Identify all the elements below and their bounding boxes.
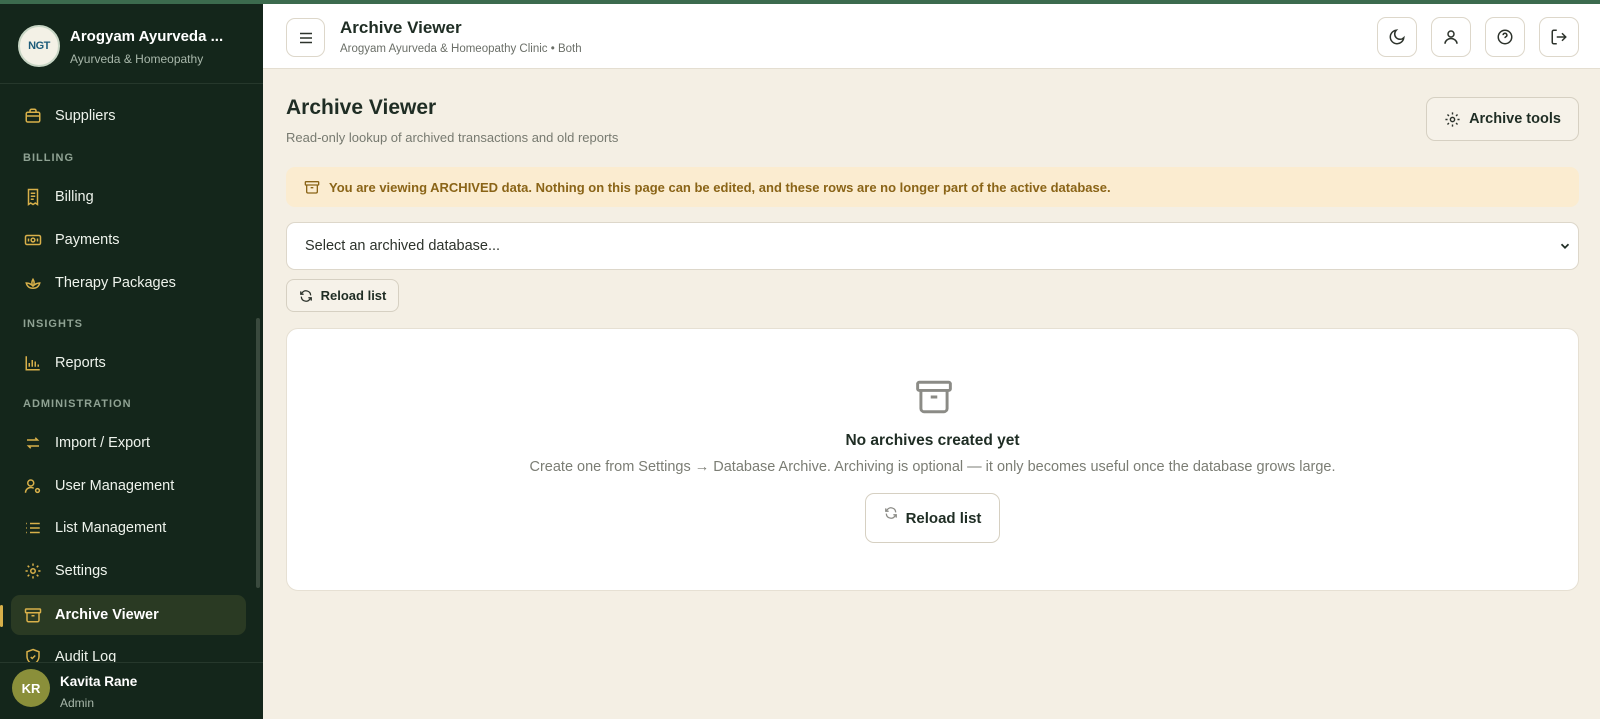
profile-button[interactable] <box>1431 17 1471 57</box>
sidebar-item-label: Suppliers <box>55 108 116 124</box>
sidebar-item-reports[interactable]: Reports <box>11 343 246 383</box>
section-administration: ADMINISTRATION <box>23 398 132 410</box>
brand-header: NGT Arogyam Ayurveda ... Ayurveda & Home… <box>0 4 263 84</box>
sidebar-item-therapy-packages[interactable]: Therapy Packages <box>11 263 246 303</box>
user-icon <box>1444 30 1458 44</box>
user-role: Admin <box>60 696 95 710</box>
moon-icon <box>1389 29 1405 45</box>
archive-icon <box>23 605 43 625</box>
reload-list-label: Reload list <box>320 288 387 303</box>
menu-toggle-button[interactable] <box>286 18 325 57</box>
sidebar-item-label: Settings <box>55 563 108 579</box>
brand-subtitle: Ayurveda & Homeopathy <box>70 52 204 66</box>
sidebar-item-import-export[interactable]: Import / Export <box>11 423 246 463</box>
briefcase-icon <box>23 106 43 126</box>
empty-reload-list-button[interactable]: Reload list <box>865 493 1000 543</box>
archive-tools-label: Archive tools <box>1469 111 1561 127</box>
sidebar-item-label: Archive Viewer <box>55 607 159 623</box>
logout-button[interactable] <box>1539 17 1579 57</box>
empty-reload-label: Reload list <box>905 509 982 527</box>
shield-check-icon <box>23 647 43 662</box>
header-subtitle: Arogyam Ayurveda & Homeopathy Clinic • B… <box>340 43 582 55</box>
empty-state-title: No archives created yet <box>845 432 1020 449</box>
brand-name: Arogyam Ayurveda ... <box>70 28 224 45</box>
brand-logo-text: NGT <box>28 40 50 52</box>
alert-text: You are viewing ARCHIVED data. Nothing o… <box>329 179 1111 195</box>
section-billing: BILLING <box>23 152 74 164</box>
list-icon <box>23 518 43 538</box>
sidebar-item-label: List Management <box>55 520 167 536</box>
user-name: Kavita Rane <box>60 674 138 689</box>
sidebar-item-label: Therapy Packages <box>55 275 176 291</box>
sidebar-item-archive-viewer[interactable]: Archive Viewer <box>11 595 246 635</box>
page-subtitle: Read-only lookup of archived transaction… <box>286 130 619 145</box>
header-title: Archive Viewer <box>340 18 462 37</box>
archive-icon <box>304 179 320 195</box>
gear-icon <box>23 561 43 581</box>
active-indicator <box>0 605 3 627</box>
section-insights: INSIGHTS <box>23 318 83 330</box>
chevron-down-icon <box>1560 243 1570 249</box>
sidebar-item-payments[interactable]: Payments <box>11 220 246 260</box>
sidebar-item-label: Payments <box>55 232 120 248</box>
archive-box-icon <box>914 379 954 415</box>
sidebar-item-label: Audit Log <box>55 649 117 662</box>
receipt-icon <box>23 187 43 207</box>
brand-logo: NGT <box>18 25 60 67</box>
top-accent-line <box>0 0 1600 4</box>
bar-chart-icon <box>23 353 43 373</box>
sidebar-item-label: Import / Export <box>55 435 151 451</box>
refresh-icon <box>299 289 313 303</box>
user-cog-icon <box>23 476 43 496</box>
sidebar-item-settings[interactable]: Settings <box>11 551 246 591</box>
cash-icon <box>23 230 43 250</box>
sidebar-item-audit-log[interactable]: Audit Log <box>11 637 246 662</box>
hamburger-icon <box>299 32 312 43</box>
sidebar-item-label: Reports <box>55 355 106 371</box>
logout-icon <box>1551 29 1567 45</box>
theme-toggle-button[interactable] <box>1377 17 1417 57</box>
top-header: Archive Viewer Arogyam Ayurveda & Homeop… <box>263 4 1600 69</box>
archive-database-select[interactable]: Select an archived database... <box>286 222 1579 270</box>
gear-icon <box>1444 111 1461 128</box>
archived-warning-banner: You are viewing ARCHIVED data. Nothing o… <box>286 167 1579 207</box>
archive-tools-button[interactable]: Archive tools <box>1426 97 1579 141</box>
sidebar-item-user-management[interactable]: User Management <box>11 466 246 506</box>
select-placeholder: Select an archived database... <box>305 238 501 254</box>
sidebar: NGT Arogyam Ayurveda ... Ayurveda & Home… <box>0 0 263 719</box>
empty-state-card: No archives created yet Create one from … <box>286 328 1579 591</box>
sidebar-scrollbar[interactable] <box>256 318 260 588</box>
help-button[interactable] <box>1485 17 1525 57</box>
user-profile[interactable]: KR Kavita Rane Admin <box>0 662 263 719</box>
avatar: KR <box>12 669 50 707</box>
reload-list-button[interactable]: Reload list <box>286 279 399 312</box>
refresh-icon <box>884 506 898 520</box>
sidebar-nav: Suppliers BILLING Billing Payments Thera… <box>0 90 263 662</box>
sidebar-item-suppliers[interactable]: Suppliers <box>11 96 246 136</box>
sidebar-item-list-management[interactable]: List Management <box>11 508 246 548</box>
lotus-icon <box>23 273 43 293</box>
empty-state-description: Create one from Settings → Database Arch… <box>529 459 1336 475</box>
sidebar-item-billing[interactable]: Billing <box>11 177 246 217</box>
page-title: Archive Viewer <box>286 96 437 119</box>
arrows-swap-icon <box>23 433 43 453</box>
sidebar-item-label: User Management <box>55 478 175 494</box>
help-circle-icon <box>1497 29 1513 45</box>
sidebar-item-label: Billing <box>55 189 94 205</box>
